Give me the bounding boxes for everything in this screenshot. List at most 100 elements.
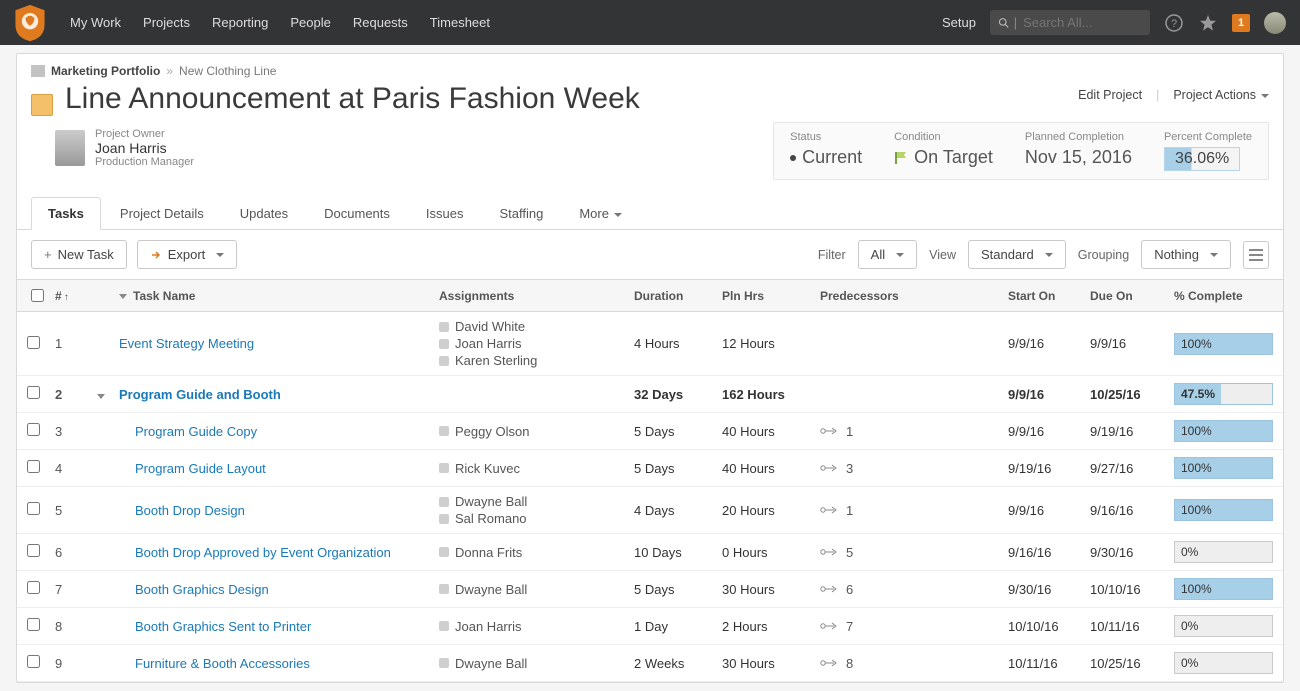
task-row[interactable]: 9Furniture & Booth AccessoriesDwayne Bal…: [17, 645, 1283, 682]
brand-logo[interactable]: [10, 0, 50, 45]
task-row[interactable]: 3Program Guide CopyPeggy Olson5 Days40 H…: [17, 413, 1283, 450]
edit-project-link[interactable]: Edit Project: [1078, 88, 1142, 102]
collapse-icon[interactable]: [97, 394, 105, 399]
percent-value[interactable]: 36.06%: [1164, 147, 1240, 171]
task-row[interactable]: 4Program Guide LayoutRick Kuvec5 Days40 …: [17, 450, 1283, 487]
list-view-toggle[interactable]: [1243, 241, 1269, 269]
row-checkbox[interactable]: [27, 581, 40, 594]
row-checkbox[interactable]: [27, 502, 40, 515]
select-all-checkbox[interactable]: [31, 289, 44, 302]
tab-staffing[interactable]: Staffing: [482, 197, 560, 230]
task-name-link[interactable]: Program Guide and Booth: [119, 387, 281, 402]
tab-updates[interactable]: Updates: [223, 197, 305, 230]
task-name-link[interactable]: Booth Graphics Sent to Printer: [135, 619, 311, 634]
assignee[interactable]: Rick Kuvec: [439, 461, 634, 476]
task-row[interactable]: 2Program Guide and Booth32 Days162 Hours…: [17, 376, 1283, 413]
task-name-link[interactable]: Program Guide Copy: [135, 424, 257, 439]
nav-my-work[interactable]: My Work: [70, 15, 121, 30]
col-task-name[interactable]: Task Name: [119, 289, 439, 303]
predecessor[interactable]: 3: [820, 461, 1008, 476]
percent-complete-bar[interactable]: 100%: [1174, 457, 1273, 479]
task-row[interactable]: 1Event Strategy MeetingDavid WhiteJoan H…: [17, 312, 1283, 376]
col-predecessors[interactable]: Predecessors: [820, 289, 1008, 303]
due-on-value: 9/16/16: [1090, 503, 1174, 518]
assignee[interactable]: Dwayne Ball: [439, 494, 634, 509]
breadcrumb-root[interactable]: Marketing Portfolio: [51, 64, 160, 78]
assignee[interactable]: Karen Sterling: [439, 353, 634, 368]
predecessor[interactable]: 8: [820, 656, 1008, 671]
tab-issues[interactable]: Issues: [409, 197, 481, 230]
task-name-link[interactable]: Booth Graphics Design: [135, 582, 269, 597]
percent-complete-bar[interactable]: 47.5%: [1174, 383, 1273, 405]
row-checkbox[interactable]: [27, 423, 40, 436]
assignee[interactable]: Dwayne Ball: [439, 582, 634, 597]
col-duration[interactable]: Duration: [634, 289, 722, 303]
global-search[interactable]: |: [990, 10, 1150, 35]
percent-complete-bar[interactable]: 0%: [1174, 541, 1273, 563]
nav-people[interactable]: People: [290, 15, 330, 30]
task-row[interactable]: 7Booth Graphics DesignDwayne Ball5 Days3…: [17, 571, 1283, 608]
predecessor[interactable]: 6: [820, 582, 1008, 597]
task-row[interactable]: 6Booth Drop Approved by Event Organizati…: [17, 534, 1283, 571]
col-pln-hrs[interactable]: Pln Hrs: [722, 289, 820, 303]
task-name-link[interactable]: Booth Drop Approved by Event Organizatio…: [135, 545, 391, 560]
help-icon[interactable]: ?: [1164, 13, 1184, 33]
percent-complete-bar[interactable]: 0%: [1174, 615, 1273, 637]
percent-complete-bar[interactable]: 100%: [1174, 420, 1273, 442]
nav-requests[interactable]: Requests: [353, 15, 408, 30]
row-checkbox[interactable]: [27, 386, 40, 399]
task-row[interactable]: 5Booth Drop DesignDwayne BallSal Romano4…: [17, 487, 1283, 534]
nav-projects[interactable]: Projects: [143, 15, 190, 30]
col-start-on[interactable]: Start On: [1008, 289, 1090, 303]
row-checkbox[interactable]: [27, 618, 40, 631]
grouping-dropdown[interactable]: Nothing: [1141, 240, 1231, 269]
nav-reporting[interactable]: Reporting: [212, 15, 268, 30]
tab-documents[interactable]: Documents: [307, 197, 407, 230]
task-row[interactable]: 8Booth Graphics Sent to PrinterJoan Harr…: [17, 608, 1283, 645]
new-task-button[interactable]: +New Task: [31, 240, 127, 269]
task-name-link[interactable]: Furniture & Booth Accessories: [135, 656, 310, 671]
assignee[interactable]: Sal Romano: [439, 511, 634, 526]
predecessor[interactable]: 1: [820, 424, 1008, 439]
tab-more[interactable]: More: [562, 197, 639, 230]
task-name-link[interactable]: Booth Drop Design: [135, 503, 245, 518]
predecessor[interactable]: 1: [820, 503, 1008, 518]
predecessor[interactable]: 7: [820, 619, 1008, 634]
search-input[interactable]: [1021, 14, 1142, 31]
row-checkbox[interactable]: [27, 655, 40, 668]
user-avatar[interactable]: [1264, 12, 1286, 34]
export-button[interactable]: Export: [137, 240, 238, 269]
col-due-on[interactable]: Due On: [1090, 289, 1174, 303]
tab-project-details[interactable]: Project Details: [103, 197, 221, 230]
col-assignments[interactable]: Assignments: [439, 289, 634, 303]
assignee[interactable]: Dwayne Ball: [439, 656, 634, 671]
percent-complete-bar[interactable]: 0%: [1174, 652, 1273, 674]
assignee[interactable]: Donna Frits: [439, 545, 634, 560]
filter-dropdown[interactable]: All: [858, 240, 917, 269]
col-number[interactable]: #↑: [55, 289, 97, 303]
percent-complete-bar[interactable]: 100%: [1174, 578, 1273, 600]
nav-timesheet[interactable]: Timesheet: [430, 15, 490, 30]
task-name-link[interactable]: Program Guide Layout: [135, 461, 266, 476]
row-checkbox[interactable]: [27, 544, 40, 557]
breadcrumb-leaf[interactable]: New Clothing Line: [179, 64, 276, 78]
assignee[interactable]: Peggy Olson: [439, 424, 634, 439]
setup-link[interactable]: Setup: [942, 15, 976, 30]
predecessor[interactable]: 5: [820, 545, 1008, 560]
tab-tasks[interactable]: Tasks: [31, 197, 101, 230]
col-percent-complete[interactable]: % Complete: [1174, 289, 1273, 303]
row-checkbox[interactable]: [27, 460, 40, 473]
project-actions-menu[interactable]: Project Actions: [1173, 88, 1269, 102]
notification-badge[interactable]: 1: [1232, 14, 1250, 32]
percent-complete-bar[interactable]: 100%: [1174, 333, 1273, 355]
favorites-icon[interactable]: [1198, 13, 1218, 33]
assignee[interactable]: Joan Harris: [439, 619, 634, 634]
assignee[interactable]: Joan Harris: [439, 336, 634, 351]
view-dropdown[interactable]: Standard: [968, 240, 1066, 269]
owner-name[interactable]: Joan Harris: [95, 140, 194, 156]
owner-photo[interactable]: [55, 130, 85, 166]
task-name-link[interactable]: Event Strategy Meeting: [119, 336, 254, 351]
percent-complete-bar[interactable]: 100%: [1174, 499, 1273, 521]
row-checkbox[interactable]: [27, 336, 40, 349]
assignee[interactable]: David White: [439, 319, 634, 334]
